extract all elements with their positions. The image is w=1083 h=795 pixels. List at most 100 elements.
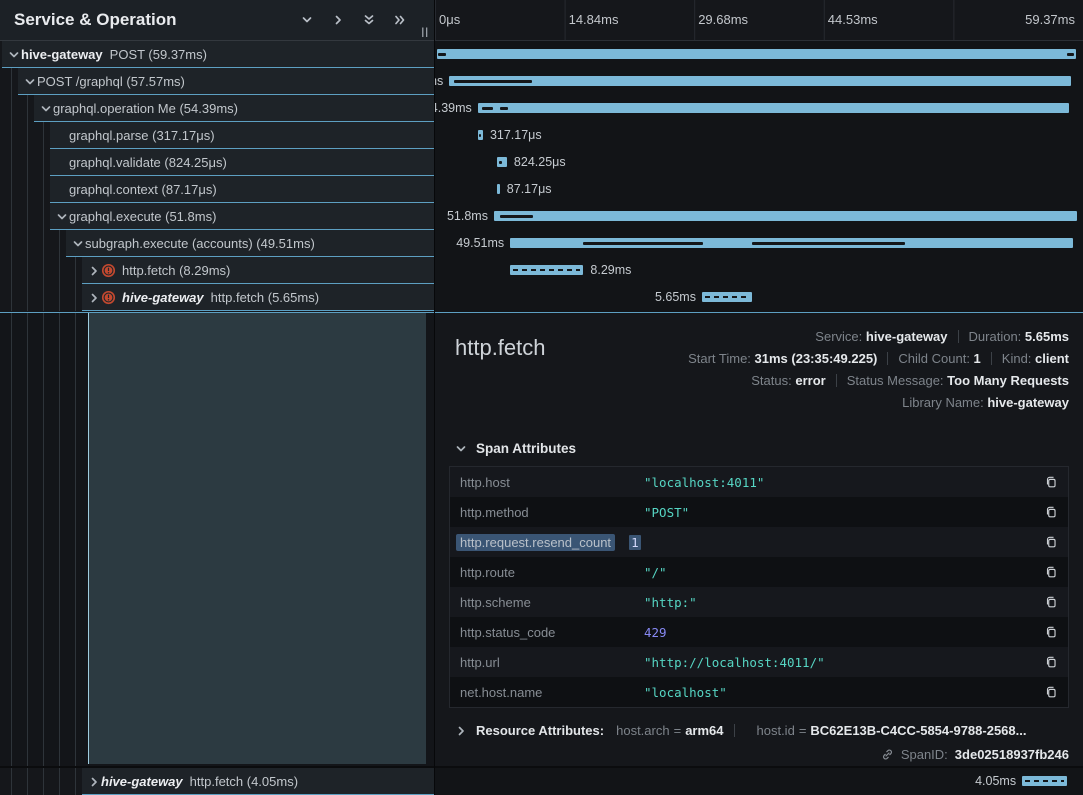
tree-span-row[interactable]: hive-gatewayPOST (59.37ms) <box>0 41 434 68</box>
span-meta-line: Service: hive-gatewayDuration: 5.65ms <box>688 326 1069 348</box>
attribute-key: http.host <box>460 475 644 490</box>
self-time-mark <box>438 53 446 56</box>
copy-button[interactable] <box>1044 685 1058 699</box>
meta-separator <box>958 330 959 343</box>
copy-button[interactable] <box>1044 505 1058 519</box>
tree-span-row[interactable]: graphql.validate (824.25μs) <box>0 149 434 176</box>
copy-button[interactable] <box>1044 625 1058 639</box>
timeline-span-row[interactable]: 87.17μs <box>435 176 1083 203</box>
resource-value: BC62E13B-C4CC-5854-9788-2568... <box>810 723 1026 738</box>
tree-span-row[interactable]: hive-gatewayhttp.fetch (5.65ms) <box>0 284 434 311</box>
chevron-right-icon[interactable] <box>86 292 101 304</box>
timeline-span-row[interactable]: 49.51ms <box>435 230 1083 257</box>
timeline-tick: 14.84ms <box>569 12 619 27</box>
link-icon[interactable] <box>881 748 894 761</box>
duration-label: 49.51ms <box>456 236 504 250</box>
duration-label: 57.57ms <box>435 74 443 88</box>
meta-label: Library Name: <box>902 395 987 410</box>
timeline-span-row[interactable]: 51.8ms <box>435 203 1083 230</box>
timeline-span-row[interactable]: 317.17μs <box>435 122 1083 149</box>
equals-sign: = <box>674 723 682 738</box>
self-time-mark <box>500 215 534 218</box>
timeline-span-row[interactable]: 5.65ms <box>435 284 1083 311</box>
error-icon <box>101 263 116 278</box>
chevron-right-icon[interactable] <box>332 14 344 26</box>
span-duration-bar[interactable] <box>437 49 1076 59</box>
chevron-right-icon[interactable] <box>86 265 101 277</box>
chevron-right-icon[interactable] <box>86 776 101 788</box>
span-attributes-header[interactable]: Span Attributes <box>453 441 1069 456</box>
copy-button[interactable] <box>1044 535 1058 549</box>
timeline-bottom-row: 4.05ms <box>435 768 1083 795</box>
attribute-row: http.route"/" <box>450 557 1068 587</box>
meta-value: 31ms (23:35:49.225) <box>755 351 878 366</box>
indent-guide <box>75 313 76 766</box>
duration-label: 87.17μs <box>507 182 552 196</box>
timeline-tick: 59.37ms <box>1025 12 1075 27</box>
copy-button[interactable] <box>1044 565 1058 579</box>
timeline-span-row[interactable]: 57.57ms <box>435 68 1083 95</box>
copy-button[interactable] <box>1044 475 1058 489</box>
chevron-down-icon[interactable] <box>22 76 37 88</box>
span-duration-bar[interactable] <box>510 265 583 275</box>
meta-separator <box>991 352 992 365</box>
timeline-span-row[interactable] <box>435 41 1083 68</box>
meta-value: hive-gateway <box>866 329 948 344</box>
span-duration-bar[interactable] <box>449 76 1070 86</box>
timeline: 57.57ms 54.39ms317.17μs824.25μs 87.17μs 51.… <box>435 41 1083 312</box>
panel-resize-handle[interactable]: || <box>421 27 429 38</box>
error-icon <box>101 290 116 305</box>
span-attributes-label: Span Attributes <box>476 441 576 456</box>
timeline-span-row[interactable]: 8.29ms <box>435 257 1083 284</box>
attribute-row: http.request.resend_count1 <box>450 527 1068 557</box>
trace-viewer: Service & Operation || 0μs14.84ms29.68ms… <box>0 0 1083 795</box>
tree-span-row[interactable]: graphql.execute (51.8ms) <box>0 203 434 230</box>
timeline-span-row[interactable]: 54.39ms <box>435 95 1083 122</box>
double-chevron-down-icon[interactable] <box>363 14 375 26</box>
tree-span-row[interactable]: http.fetch (8.29ms) <box>0 257 434 284</box>
span-duration-bar[interactable] <box>494 211 1077 221</box>
duration-label: 51.8ms <box>447 209 488 223</box>
timeline-span-row[interactable]: 4.05ms <box>435 768 1083 795</box>
double-chevron-right-icon[interactable] <box>394 14 406 26</box>
chevron-down-icon[interactable] <box>6 49 21 61</box>
resource-attributes-row[interactable]: Resource Attributes: host.arch=arm64host… <box>453 723 1069 738</box>
span-name: graphql.parse (317.17μs) <box>69 128 215 143</box>
meta-value: Too Many Requests <box>947 373 1069 388</box>
tree-span-row[interactable]: subgraph.execute (accounts) (49.51ms) <box>0 230 434 257</box>
span-duration-bar[interactable] <box>497 184 500 194</box>
copy-button[interactable] <box>1044 655 1058 669</box>
copy-button[interactable] <box>1044 595 1058 609</box>
timeline-span-row[interactable]: 824.25μs <box>435 149 1083 176</box>
span-name: http.fetch (8.29ms) <box>122 263 230 278</box>
attribute-key: http.request.resend_count <box>456 534 615 551</box>
tree-span-row[interactable]: graphql.operation Me (54.39ms) <box>0 95 434 122</box>
meta-label: Status Message: <box>847 373 947 388</box>
span-duration-bar[interactable] <box>702 292 752 302</box>
span-duration-bar[interactable] <box>478 103 1069 113</box>
self-time-mark <box>583 242 703 245</box>
chevron-right-icon <box>453 725 468 737</box>
chevron-down-icon[interactable] <box>38 103 53 115</box>
self-time-mark <box>500 107 508 110</box>
tree-span-row[interactable]: graphql.context (87.17μs) <box>0 176 434 203</box>
span-name: subgraph.execute (accounts) (49.51ms) <box>85 236 315 251</box>
attribute-row: http.url"http://localhost:4011/" <box>450 647 1068 677</box>
span-duration-bar[interactable] <box>1022 776 1067 786</box>
self-time-mark <box>752 242 905 245</box>
tree-span-row[interactable]: POST /graphql (57.57ms) <box>0 68 434 95</box>
chevron-down-icon[interactable] <box>301 14 313 26</box>
panel-divider[interactable] <box>434 0 435 795</box>
chevron-down-icon[interactable] <box>54 211 69 223</box>
self-time-mark <box>482 107 494 110</box>
attribute-row: http.host"localhost:4011" <box>450 467 1068 497</box>
attribute-key: http.route <box>460 565 644 580</box>
span-name: graphql.execute (51.8ms) <box>69 209 216 224</box>
indent-guide <box>43 313 44 766</box>
chevron-down-icon[interactable] <box>70 238 85 250</box>
self-time-mark <box>499 161 503 164</box>
tree-span-row[interactable]: hive-gatewayhttp.fetch (4.05ms) <box>0 768 434 795</box>
resource-attributes-label: Resource Attributes: <box>476 723 604 738</box>
meta-value: 1 <box>974 351 981 366</box>
tree-span-row[interactable]: graphql.parse (317.17μs) <box>0 122 434 149</box>
